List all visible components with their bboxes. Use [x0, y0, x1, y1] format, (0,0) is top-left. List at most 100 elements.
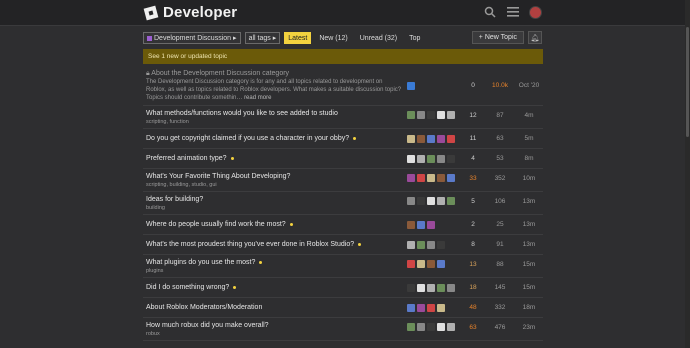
avatar[interactable]	[427, 135, 435, 143]
avatar[interactable]	[407, 197, 415, 205]
avatar[interactable]	[417, 221, 425, 229]
avatar[interactable]	[437, 197, 445, 205]
avatar[interactable]	[407, 82, 415, 90]
avatar[interactable]	[437, 323, 445, 331]
topic-title-text[interactable]: What methods/functions would you like to…	[146, 110, 338, 117]
topic-title[interactable]: Where do people usually find work the mo…	[146, 221, 293, 228]
topic-row[interactable]: About Roblox Moderators/Moderation 48 332 1…	[143, 298, 543, 318]
avatar[interactable]	[407, 241, 415, 249]
topic-title[interactable]: About Roblox Moderators/Moderation	[146, 304, 262, 311]
topic-row[interactable]: Preferred animation type? 4 53 8m	[143, 149, 543, 169]
avatar[interactable]	[427, 284, 435, 292]
topic-row[interactable]: What's Your Favorite Thing About Develop…	[143, 169, 543, 192]
avatar[interactable]	[417, 111, 425, 119]
avatar[interactable]	[437, 155, 445, 163]
avatar[interactable]	[407, 323, 415, 331]
topic-tags[interactable]: scripting, function	[146, 119, 189, 125]
avatar[interactable]	[447, 111, 455, 119]
avatar[interactable]	[447, 197, 455, 205]
avatar[interactable]	[437, 260, 445, 268]
topic-title-text[interactable]: What's Your Favorite Thing About Develop…	[146, 173, 290, 180]
avatar[interactable]	[427, 174, 435, 182]
avatar[interactable]	[417, 155, 425, 163]
topic-title[interactable]: Do you get copyright claimed if you use …	[146, 135, 357, 142]
avatar[interactable]	[407, 304, 415, 312]
avatar[interactable]	[427, 197, 435, 205]
topic-row[interactable]: What's the most proudest thing you've ev…	[143, 235, 543, 255]
topic-row[interactable]: Did I do something wrong? 18 145 15m	[143, 278, 543, 298]
tab-unread[interactable]: Unread (32)	[356, 32, 401, 44]
topic-tags[interactable]: plugins	[146, 268, 163, 274]
avatar[interactable]	[427, 241, 435, 249]
topic-row[interactable]: Where do people usually find work the mo…	[143, 215, 543, 235]
avatar[interactable]	[427, 111, 435, 119]
avatar[interactable]	[437, 174, 445, 182]
avatar[interactable]	[417, 284, 425, 292]
user-avatar[interactable]	[529, 5, 542, 19]
topic-title-text[interactable]: What's the most proudest thing you've ev…	[146, 241, 354, 248]
topic-title-text[interactable]: Ideas for building?	[146, 196, 203, 203]
new-topics-banner[interactable]: See 1 new or updated topic	[143, 49, 543, 64]
topic-title[interactable]: What's Your Favorite Thing About Develop…	[146, 173, 290, 180]
topic-row[interactable]: What methods/functions would you like to…	[143, 106, 543, 129]
topic-title[interactable]: What methods/functions would you like to…	[146, 110, 338, 117]
avatar[interactable]	[427, 304, 435, 312]
topic-title-text[interactable]: About Roblox Moderators/Moderation	[146, 304, 262, 311]
scrollbar-thumb[interactable]	[686, 27, 689, 137]
activity-time[interactable]: 18m	[517, 304, 541, 311]
new-topic-button[interactable]: + New Topic	[471, 31, 524, 44]
avatar[interactable]	[417, 174, 425, 182]
avatar[interactable]	[437, 135, 445, 143]
topic-row[interactable]: Ideas for building? building 5 106 13m	[143, 192, 543, 215]
avatar[interactable]	[437, 284, 445, 292]
tab-new[interactable]: New (12)	[315, 32, 351, 44]
avatar[interactable]	[417, 323, 425, 331]
topic-title-text[interactable]: Do you get copyright claimed if you use …	[146, 135, 349, 142]
topic-tags[interactable]: building	[146, 205, 165, 211]
avatar[interactable]	[427, 323, 435, 331]
avatar[interactable]	[447, 284, 455, 292]
topic-title[interactable]: How much robux did you make overall?	[146, 322, 269, 329]
avatar[interactable]	[407, 221, 415, 229]
avatar[interactable]	[437, 111, 445, 119]
tab-latest[interactable]: Latest	[284, 32, 312, 44]
topic-title-text[interactable]: What plugins do you use the most?	[146, 259, 255, 266]
topic-title[interactable]: What's the most proudest thing you've ev…	[146, 241, 362, 248]
avatar[interactable]	[447, 155, 455, 163]
topic-tags[interactable]: robux	[146, 331, 160, 337]
topic-title-text[interactable]: Preferred animation type?	[146, 155, 227, 162]
tags-dropdown[interactable]: all tags ▸	[244, 32, 281, 44]
avatar[interactable]	[417, 135, 425, 143]
avatar[interactable]	[407, 111, 415, 119]
avatar[interactable]	[427, 260, 435, 268]
activity-time[interactable]: 5m	[517, 135, 541, 142]
topic-title[interactable]: Preferred animation type?	[146, 155, 234, 162]
topic-title-text[interactable]: Did I do something wrong?	[146, 284, 229, 291]
activity-time[interactable]: 10m	[517, 175, 541, 182]
topic-title-text[interactable]: How much robux did you make overall?	[146, 322, 269, 329]
activity-time[interactable]: 13m	[517, 198, 541, 205]
avatar[interactable]	[417, 260, 425, 268]
pinned-topic-row[interactable]: 🔒︎ About the Development Discussion cate…	[143, 67, 543, 106]
topic-tags[interactable]: scripting, building, studio, gui	[146, 182, 217, 188]
avatar[interactable]	[407, 260, 415, 268]
hamburger-menu-icon[interactable]	[506, 5, 520, 19]
search-icon[interactable]	[483, 5, 497, 19]
topic-row[interactable]: Do you get copyright claimed if you use …	[143, 129, 543, 149]
topic-title[interactable]: Ideas for building?	[146, 196, 203, 203]
activity-time[interactable]: 15m	[517, 261, 541, 268]
topic-title-text[interactable]: Where do people usually find work the mo…	[146, 221, 286, 228]
category-dropdown[interactable]: Development Discussion ▸	[143, 32, 241, 44]
avatar[interactable]	[417, 197, 425, 205]
activity-time[interactable]: Oct '20	[517, 82, 541, 89]
avatar[interactable]	[447, 174, 455, 182]
avatar[interactable]	[407, 174, 415, 182]
site-logo[interactable]: Developer	[143, 4, 237, 21]
topic-title[interactable]: What plugins do you use the most?	[146, 259, 263, 266]
avatar[interactable]	[417, 304, 425, 312]
avatar[interactable]	[447, 323, 455, 331]
avatar[interactable]	[407, 284, 415, 292]
activity-time[interactable]: 13m	[517, 221, 541, 228]
activity-time[interactable]: 8m	[517, 155, 541, 162]
read-more-link[interactable]: read more	[244, 95, 271, 101]
